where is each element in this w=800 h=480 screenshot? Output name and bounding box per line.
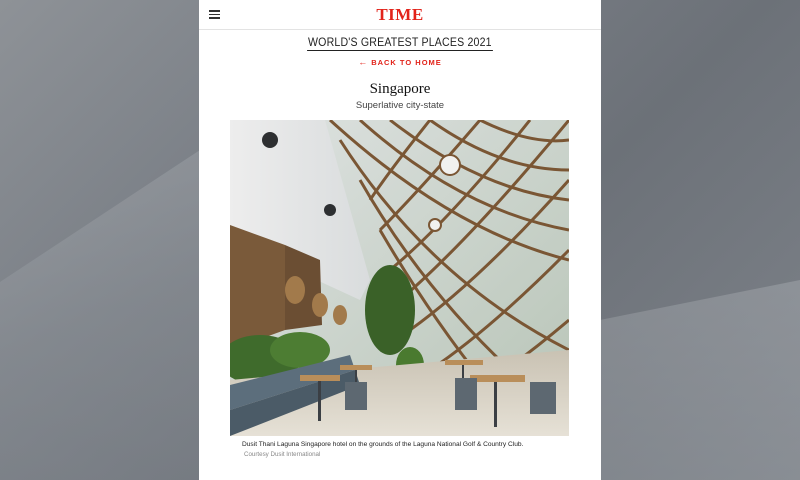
arrow-left-icon: ← [358,57,369,67]
photo-caption: Dusit Thani Laguna Singapore hotel on th… [242,441,524,448]
section-title: WORLD'S GREATEST PLACES 2021 [307,37,493,51]
back-to-home-link[interactable]: ← BACK TO HOME [199,57,601,67]
place-subtitle: Superlative city-state [355,100,445,111]
photo-credit: Courtesy Dusit International [244,451,321,458]
hero-photo [230,120,569,436]
hotel-atrium-illustration [230,120,569,436]
back-to-home-label: BACK TO HOME [371,58,442,67]
time-logo[interactable]: TIME [199,5,601,25]
article-page: TIME WORLD'S GREATEST PLACES 2021 ← BACK … [199,0,601,480]
backdrop-shape-right [600,280,800,480]
top-navigation-bar: TIME [199,0,601,30]
place-title: Singapore [369,81,431,97]
backdrop-shape-left [0,150,200,480]
section-heading: WORLD'S GREATEST PLACES 2021 [199,33,601,51]
